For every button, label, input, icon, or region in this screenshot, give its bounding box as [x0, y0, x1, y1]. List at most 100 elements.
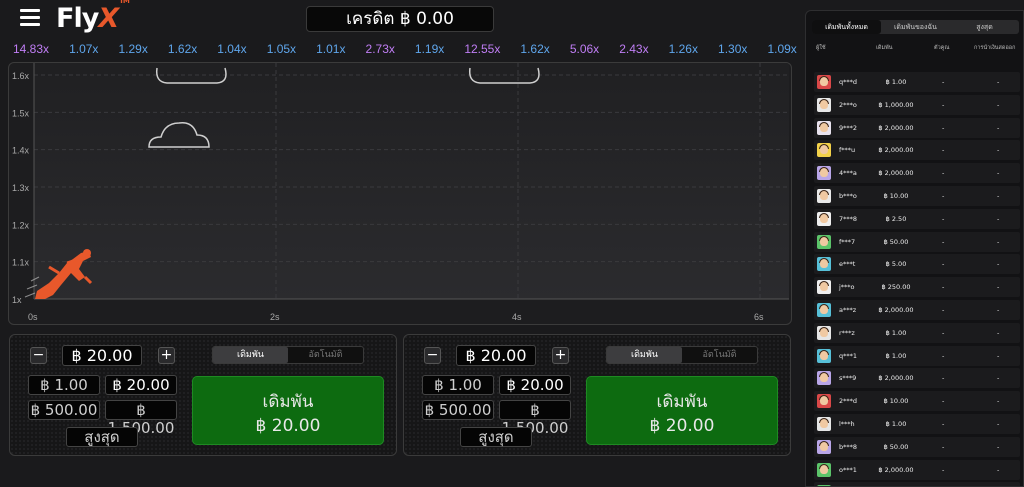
username: b***o	[839, 191, 857, 200]
user-avatar	[817, 280, 831, 295]
username: o***1	[839, 465, 857, 474]
increase-bet-button[interactable]: +	[552, 347, 569, 364]
bet-amount: ฿ 1.00	[885, 78, 907, 86]
username: q***1	[839, 351, 858, 360]
multiplier-history: 14.83x 1.07x 1.29x 1.62x 1.04x 1.05x 1.01x 2.73…	[10, 42, 800, 62]
max-bet-button[interactable]: สูงสุด	[66, 427, 138, 447]
leaderboard-rows: q***d ฿ 1.00 - - 2***o ฿ 1,000.00 - - 9***2 ฿ 2,0…	[814, 72, 1020, 486]
history-multiplier: 1.29x	[118, 42, 148, 56]
quick-amount-button[interactable]: ฿ 500.00	[422, 400, 494, 420]
quick-amount-button[interactable]: ฿ 20.00	[499, 375, 571, 395]
tab-bet[interactable]: เดิมพัน	[607, 347, 682, 363]
user-avatar	[817, 325, 831, 340]
cashout-amount: -	[997, 283, 1000, 292]
max-bet-button[interactable]: สูงสุด	[460, 427, 532, 447]
bet-amount: ฿ 1.00	[885, 419, 907, 428]
username: 2***o	[839, 100, 857, 109]
bet-button-label: เดิมพัน	[656, 392, 708, 412]
cashout-amount: -	[997, 146, 1000, 155]
history-multiplier: 2.43x	[619, 42, 649, 56]
leaderboard-tab[interactable]: เดิมพันของฉัน	[881, 20, 950, 34]
history-multiplier: 1.62x	[520, 42, 550, 56]
cashout-amount: -	[997, 214, 1000, 223]
bet-button-label: เดิมพัน	[262, 392, 314, 412]
history-multiplier: 1.05x	[266, 42, 297, 56]
username: 9***2	[839, 123, 858, 132]
place-bet-button[interactable]: เดิมพัน฿ 20.00	[192, 376, 384, 445]
leaderboard-row: b***o ฿ 10.00 - -	[814, 185, 1020, 206]
tab-bet[interactable]: เดิมพัน	[213, 347, 288, 363]
username: q***d	[839, 78, 858, 86]
cashout-amount: -	[997, 169, 1000, 178]
y-tick-label: 1.4x	[12, 146, 30, 156]
history-multiplier: 2.73x	[365, 42, 395, 56]
game-canvas: 1.6x 1.5x 1.4x 1.3x 1.2x 1.1x 1x 0s 2s 4s 6s	[8, 62, 792, 325]
x-tick-label: 0s	[28, 312, 38, 322]
credit-balance: เครดิต ฿ 0.00	[306, 6, 494, 32]
user-avatar	[817, 188, 831, 203]
hamburger-menu-icon[interactable]	[20, 9, 40, 27]
history-multiplier: 12.55x	[464, 42, 501, 56]
tab-auto[interactable]: อัตโนมัติ	[682, 347, 757, 363]
y-tick-label: 1.2x	[12, 220, 30, 230]
multiplier: -	[942, 191, 945, 200]
quick-amount-button[interactable]: ฿ 1.00	[28, 375, 100, 395]
cashout-amount: -	[997, 123, 1000, 132]
leaderboard-tab[interactable]: เดิมพันทั้งหมด	[812, 20, 881, 34]
quick-amount-button[interactable]: ฿ 1,500.00	[105, 400, 177, 437]
user-avatar	[817, 302, 831, 317]
history-multiplier: 1.04x	[217, 42, 247, 56]
increase-bet-button[interactable]: +	[158, 347, 175, 364]
leaderboard-row: i***5฿ 1.00--	[814, 482, 1020, 486]
place-bet-button[interactable]: เดิมพัน฿ 20.00	[586, 376, 778, 445]
leaderboard-row: 7***8 ฿ 2.50 - -	[814, 208, 1020, 229]
quick-amount-button[interactable]: ฿ 500.00	[28, 400, 100, 420]
bet-amount: ฿ 250.00	[881, 283, 911, 292]
leaderboard-row: 2***d ฿ 10.00 - -	[814, 391, 1020, 412]
y-tick-label: 1.1x	[12, 258, 30, 268]
bet-amount-field[interactable]: ฿ 20.00	[62, 345, 142, 366]
leaderboard-column-header: เดิมพัน	[876, 45, 893, 51]
multiplier: -	[942, 419, 945, 428]
cashout-amount: -	[997, 419, 1000, 428]
quick-amount-button[interactable]: ฿ 1.00	[422, 375, 494, 395]
cashout-amount: -	[997, 305, 1000, 314]
top-bar: FlyXTM เครดิต ฿ 0.00	[0, 0, 800, 38]
multiplier: -	[942, 374, 945, 383]
multiplier: -	[942, 214, 945, 223]
username: r***z	[839, 328, 855, 337]
leaderboard-row: j***o ฿ 250.00 - -	[814, 277, 1020, 298]
history-multiplier: 1.09x	[767, 42, 797, 56]
decrease-bet-button[interactable]: −	[424, 347, 441, 364]
leaderboard-tabs: เดิมพันทั้งหมด เดิมพันของฉัน สูงสุด	[812, 20, 1019, 34]
leaderboard-tab[interactable]: สูงสุด	[950, 20, 1019, 34]
cashout-amount: -	[997, 78, 1000, 86]
quick-amount-button[interactable]: ฿ 20.00	[105, 375, 177, 395]
flight-graph: 1.6x 1.5x 1.4x 1.3x 1.2x 1.1x 1x 0s 2s 4s 6s	[12, 63, 789, 322]
bet-amount: ฿ 2.50	[885, 214, 907, 223]
user-avatar	[817, 257, 831, 272]
multiplier: -	[942, 351, 945, 360]
leaderboard-column-header: ผู้ใช้	[816, 45, 826, 51]
user-avatar	[817, 371, 831, 386]
leaderboard-row: e***t ฿ 5.00 - -	[814, 254, 1020, 275]
y-tick-label: 1x	[12, 295, 22, 305]
bet-amount-field[interactable]: ฿ 20.00	[456, 345, 536, 366]
bet-amount: ฿ 50.00	[883, 237, 909, 246]
user-avatar	[817, 439, 831, 454]
decrease-bet-button[interactable]: −	[30, 347, 47, 364]
quick-amount-button[interactable]: ฿ 1,500.00	[499, 400, 571, 437]
cashout-amount: -	[997, 351, 1000, 360]
bet-amount: ฿ 10.00	[883, 191, 909, 200]
cashout-amount: -	[997, 191, 1000, 200]
user-avatar	[817, 416, 831, 431]
username: a***z	[839, 305, 857, 314]
x-tick-label: 2s	[270, 312, 280, 322]
username: 7***8	[839, 214, 858, 223]
tab-auto[interactable]: อัตโนมัติ	[288, 347, 363, 363]
graph-background	[34, 63, 789, 299]
history-multiplier: 1.19x	[414, 42, 445, 56]
leaderboard-header: ผู้ใช้ เดิมพัน ตัวคูณ การนำเงินสดออก	[814, 44, 1023, 56]
bet-amount: ฿ 2,000.00	[878, 169, 914, 178]
bet-button-amount: ฿ 20.00	[649, 416, 715, 436]
